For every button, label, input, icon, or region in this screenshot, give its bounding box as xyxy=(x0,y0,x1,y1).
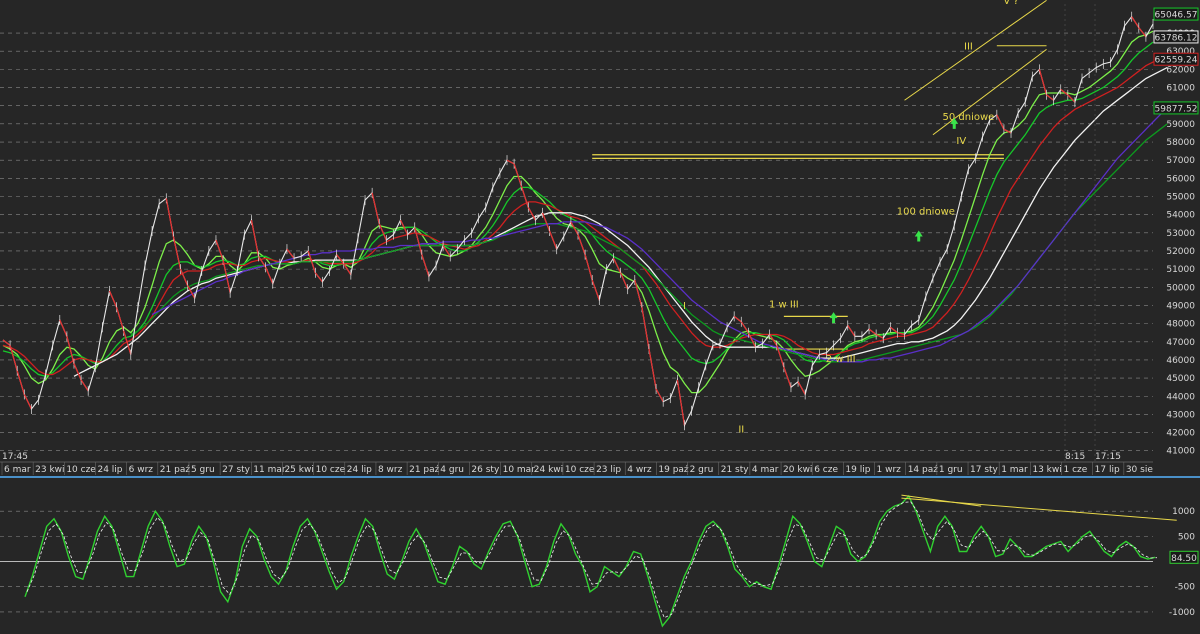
price-tag-label: 65046.57 xyxy=(1155,11,1198,21)
price-tick-label: 52000 xyxy=(1166,247,1195,257)
chart-canvas: III1 w III2 w IIIIIIIVV ?100 dniowe50 dn… xyxy=(0,0,1200,630)
price-tick-label: 47000 xyxy=(1166,338,1195,348)
time-tick-label: 26 sty xyxy=(471,465,500,475)
time-tick-label: 1 cze xyxy=(1064,465,1088,475)
time-tick-label: 23 lip xyxy=(596,465,621,475)
price-tick-label: 46000 xyxy=(1166,356,1195,366)
time-tick-label: 23 kwi xyxy=(35,465,64,475)
stock-chart: I II 1 w III 2 w III III IV V ? 100 dniowe 50 dn… xyxy=(0,0,1200,630)
price-tag-label: 62559.24 xyxy=(1155,56,1198,66)
time-tick-label: 6 mar xyxy=(4,465,31,475)
wave-label: I xyxy=(683,301,686,312)
time-marker-label: 17:45 xyxy=(2,452,28,462)
time-tick-label: 24 lip xyxy=(97,465,122,475)
price-tick-label: 50000 xyxy=(1166,283,1195,293)
price-tick-label: 43000 xyxy=(1166,410,1195,420)
time-tick-label: 4 mar xyxy=(752,465,779,475)
price-tick-label: 57000 xyxy=(1166,156,1195,166)
price-tick-label: 61000 xyxy=(1166,84,1195,94)
time-tick-label: 13 kwi xyxy=(1032,465,1061,475)
osc-tick-label: -1000 xyxy=(1169,608,1195,618)
price-tag-label: 63786.12 xyxy=(1155,33,1198,43)
time-tick-label: 1 mar xyxy=(1001,465,1028,475)
time-tick-label: 1 wrz xyxy=(877,465,902,475)
osc-tick-label: 500 xyxy=(1178,532,1195,542)
price-tick-label: 42000 xyxy=(1166,429,1195,439)
osc-tick-label: -500 xyxy=(1175,583,1196,593)
price-tick-label: 51000 xyxy=(1166,265,1195,275)
time-tick-label: 25 kwi xyxy=(284,465,313,475)
time-tick-label: 5 gru xyxy=(191,465,215,475)
time-tick-label: 6 wrz xyxy=(129,465,154,475)
time-tick-label: 24 kwi xyxy=(534,465,563,475)
price-tick-label: 54000 xyxy=(1166,211,1195,221)
time-tick-label: 11 mar xyxy=(253,465,286,475)
osc-tick-label: 1000 xyxy=(1172,507,1195,517)
time-tick-label: 30 sie xyxy=(1126,465,1154,475)
wave-label: III xyxy=(964,41,973,52)
price-tick-label: 53000 xyxy=(1166,229,1195,239)
time-tick-label: 10 cze xyxy=(66,465,96,475)
time-tick-label: 19 paź xyxy=(658,465,689,475)
price-tick-label: 41000 xyxy=(1166,447,1195,457)
wave-label: II xyxy=(738,425,744,436)
price-tick-label: 62000 xyxy=(1166,65,1195,75)
time-tick-label: 6 cze xyxy=(814,465,838,475)
time-tick-label: 4 wrz xyxy=(627,465,652,475)
price-tick-label: 55000 xyxy=(1166,192,1195,202)
time-tick-label: 21 paź xyxy=(409,465,440,475)
time-tick-label: 19 lip xyxy=(845,465,870,475)
chart-background xyxy=(0,0,1200,630)
time-tick-label: 4 gru xyxy=(440,465,464,475)
time-tick-label: 21 paź xyxy=(160,465,191,475)
time-tick-label: 2 gru xyxy=(690,465,714,475)
price-tick-label: 45000 xyxy=(1166,374,1195,384)
price-tag-label: 59877.52 xyxy=(1155,104,1198,114)
price-tick-label: 48000 xyxy=(1166,320,1195,330)
time-tick-label: 10 cze xyxy=(316,465,346,475)
wave-label: V ? xyxy=(1003,0,1018,7)
wave-label: IV xyxy=(956,136,966,147)
time-tick-label: 27 sty xyxy=(222,465,251,475)
time-tick-label: 8 wrz xyxy=(378,465,403,475)
time-tick-label: 20 kwi xyxy=(783,465,812,475)
time-tick-label: 21 sty xyxy=(721,465,750,475)
price-tick-label: 44000 xyxy=(1166,392,1195,402)
time-marker-label: 17:15 xyxy=(1095,452,1121,462)
time-tick-label: 17 lip xyxy=(1095,465,1120,475)
time-tick-label: 24 lip xyxy=(347,465,372,475)
wave-label: 100 dniowe xyxy=(897,207,955,218)
price-tick-label: 59000 xyxy=(1166,120,1195,130)
time-tick-label: 10 mar xyxy=(503,465,536,475)
price-tick-label: 49000 xyxy=(1166,301,1195,311)
time-tick-label: 17 sty xyxy=(970,465,999,475)
time-marker-label: 8:15 xyxy=(1065,452,1085,462)
time-tick-label: 1 gru xyxy=(939,465,963,475)
wave-label: 1 w III xyxy=(769,299,799,310)
price-tick-label: 56000 xyxy=(1166,174,1195,184)
time-tick-label: 14 paź xyxy=(908,465,939,475)
wave-label: 50 dniowe xyxy=(943,112,995,123)
price-tick-label: 58000 xyxy=(1166,138,1195,148)
osc-value-tag-label: 84.50 xyxy=(1171,554,1197,564)
wave-label: 2 w III xyxy=(826,354,856,365)
time-tick-label: 10 cze xyxy=(565,465,595,475)
